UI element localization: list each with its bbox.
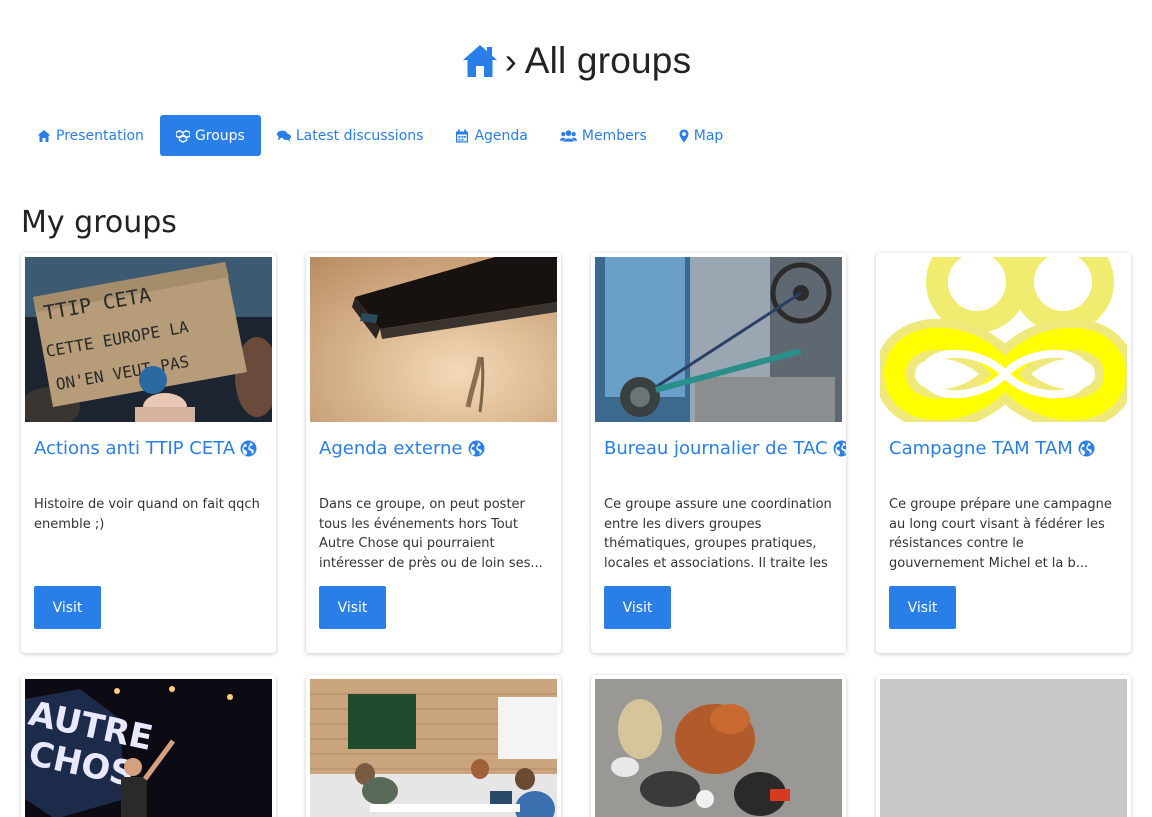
group-image[interactable] <box>880 257 1127 422</box>
visit-button[interactable]: Visit <box>604 586 671 629</box>
breadcrumb-separator: › <box>504 40 517 81</box>
visit-button[interactable]: Visit <box>319 586 386 629</box>
group-card <box>876 675 1131 817</box>
tab-label: Members <box>581 127 647 144</box>
group-card: TTIP CETA CETTE EUROPE LA ON'EN VEUT PAS… <box>21 253 276 653</box>
cubes-icon <box>175 129 190 143</box>
tab-agenda[interactable]: Agenda <box>439 115 543 156</box>
group-name-link[interactable]: Agenda externe <box>319 438 485 459</box>
tab-map[interactable]: Map <box>663 115 740 156</box>
group-image[interactable] <box>880 679 1127 817</box>
home-icon[interactable] <box>461 43 499 79</box>
tab-groups[interactable]: Groups <box>159 115 261 156</box>
tab-label: Agenda <box>474 127 528 144</box>
group-card: AUTRE CHOS <box>21 675 276 817</box>
group-image[interactable] <box>595 257 842 422</box>
globe-icon <box>468 440 484 457</box>
group-image[interactable] <box>310 679 557 817</box>
group-name-link[interactable]: Actions anti TTIP CETA <box>34 438 257 459</box>
group-image[interactable] <box>595 679 842 817</box>
globe-icon <box>833 440 846 457</box>
group-card: Campagne TAM TAM Ce groupe prépare une c… <box>876 253 1131 653</box>
visit-button[interactable]: Visit <box>889 586 956 629</box>
globe-icon <box>240 440 257 457</box>
group-image[interactable] <box>310 257 557 422</box>
group-name: Agenda externe <box>319 438 463 459</box>
group-image[interactable]: AUTRE CHOS <box>25 679 272 817</box>
tab-label: Presentation <box>56 127 144 144</box>
users-icon <box>559 129 577 142</box>
comments-icon <box>276 130 291 142</box>
group-name: Actions anti TTIP CETA <box>34 438 236 459</box>
calendar-icon <box>456 129 469 142</box>
tab-label: Map <box>693 127 724 144</box>
tab-label: Groups <box>194 127 245 144</box>
section-title: My groups <box>21 205 177 240</box>
group-description: Ce groupe assure une coordination entre … <box>604 497 832 571</box>
globe-icon <box>1078 440 1095 457</box>
group-card: Agenda externe Dans ce groupe, on peut p… <box>306 253 561 653</box>
group-description: Histoire de voir quand on fait qqch enem… <box>34 497 260 532</box>
group-card: Bureau journalier de TAC Ce groupe assur… <box>591 253 846 653</box>
group-description: Ce groupe prépare une campagne au long c… <box>889 497 1112 571</box>
group-name-link[interactable]: Campagne TAM TAM <box>889 438 1095 459</box>
group-nav: Presentation Groups Latest discussions A… <box>21 115 739 156</box>
tab-latest-discussions[interactable]: Latest discussions <box>261 115 440 156</box>
tab-presentation[interactable]: Presentation <box>21 115 160 156</box>
visit-button[interactable]: Visit <box>34 586 101 629</box>
tab-members[interactable]: Members <box>544 115 663 156</box>
group-card <box>306 675 561 817</box>
tab-label: Latest discussions <box>295 127 424 144</box>
home-icon <box>37 129 51 142</box>
page-title: All groups <box>524 40 692 81</box>
group-card <box>591 675 846 817</box>
breadcrumb: › All groups <box>0 38 1152 84</box>
map-marker-icon <box>679 129 689 142</box>
group-name: Bureau journalier de TAC <box>604 438 828 459</box>
group-name-link[interactable]: Bureau journalier de TAC <box>604 438 846 459</box>
group-name: Campagne TAM TAM <box>889 438 1073 459</box>
group-image[interactable]: TTIP CETA CETTE EUROPE LA ON'EN VEUT PAS <box>25 257 272 422</box>
group-description: Dans ce groupe, on peut poster tous les … <box>319 497 543 571</box>
